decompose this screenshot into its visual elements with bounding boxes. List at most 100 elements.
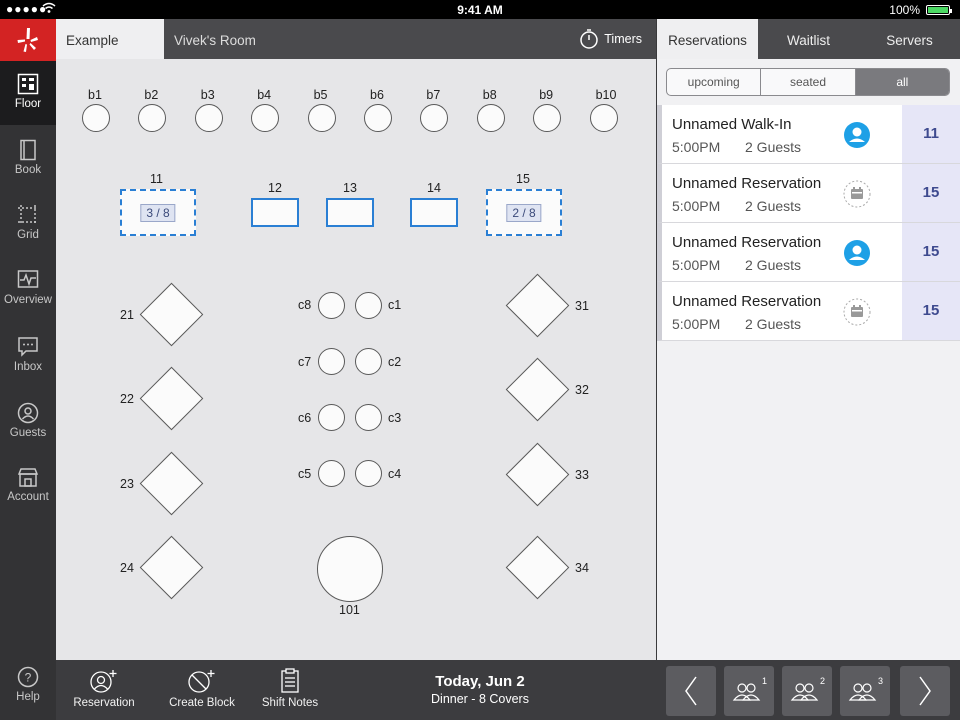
reservation-row[interactable]: Unnamed Reservation 5:00PM 2 Guests 15 — [657, 164, 960, 223]
table-b8[interactable] — [476, 104, 505, 132]
tab-servers[interactable]: Servers — [859, 19, 960, 59]
table-b4[interactable] — [251, 104, 280, 132]
tab-viveks-room[interactable]: Vivek's Room — [164, 19, 266, 59]
nav-floor[interactable]: Floor — [0, 61, 56, 125]
date-shift-info[interactable]: Today, Jun 2 Dinner - 8 Covers — [396, 673, 564, 706]
table-label: 13 — [343, 181, 357, 195]
seat-label: c5 — [298, 467, 312, 481]
overview-icon — [17, 270, 39, 288]
reservation-guests: 2 Guests — [745, 257, 802, 273]
party-size-number: 2 — [820, 676, 825, 686]
yelp-logo[interactable] — [0, 19, 56, 61]
tab-reservations[interactable]: Reservations — [657, 19, 758, 59]
reservation-row[interactable]: Unnamed Reservation 5:00PM 2 Guests 15 — [657, 282, 960, 341]
table-14[interactable] — [410, 198, 458, 227]
table-label: 12 — [268, 181, 282, 195]
nav-account-label: Account — [7, 491, 49, 503]
seat-c5[interactable] — [318, 460, 345, 487]
table-13[interactable] — [326, 198, 374, 227]
reservation-time: 5:00PM — [672, 257, 721, 273]
filter-seated[interactable]: seated — [761, 69, 856, 95]
table-23[interactable] — [139, 451, 204, 516]
reservation-name: Unnamed Walk-In — [672, 116, 792, 133]
party-size-2-button[interactable]: 2 — [782, 666, 832, 716]
reservation-name: Unnamed Reservation — [672, 175, 822, 192]
table-label: b10 — [595, 88, 617, 102]
floor-icon — [17, 73, 39, 95]
create-block-button[interactable]: Create Block — [164, 660, 240, 720]
nav-account[interactable]: Account — [0, 454, 56, 518]
party-size-3-button[interactable]: 3 — [840, 666, 890, 716]
table-b9[interactable] — [533, 104, 562, 132]
prev-button[interactable] — [666, 666, 716, 716]
timers-button[interactable]: Timers — [579, 28, 642, 50]
filter-all[interactable]: all — [855, 69, 949, 95]
next-button[interactable] — [900, 666, 950, 716]
reservation-row[interactable]: Unnamed Reservation 5:00PM 2 Guests 15 — [657, 223, 960, 282]
table-label: 14 — [427, 181, 441, 195]
nav-grid-label: Grid — [17, 229, 39, 241]
tab-example-room[interactable]: Example Room — [56, 19, 164, 92]
nav-grid[interactable]: Grid — [0, 192, 56, 256]
date-label: Today, Jun 2 — [435, 673, 525, 690]
reservation-row[interactable]: Unnamed Walk-In 5:00PM 2 Guests 11 — [657, 105, 960, 164]
nav-inbox[interactable]: Inbox — [0, 324, 56, 388]
table-34[interactable] — [505, 535, 570, 600]
tab-waitlist[interactable]: Waitlist — [758, 19, 859, 59]
table-b6[interactable] — [364, 104, 392, 132]
table-label: 24 — [120, 561, 134, 575]
table-32[interactable] — [505, 357, 570, 422]
bottom-toolbar: Reservation Create Block Shift Notes Tod… — [56, 660, 960, 720]
room-tabs: Example Room Vivek's Room Timers — [56, 19, 656, 92]
table-22[interactable] — [139, 366, 204, 431]
shift-notes-label: Shift Notes — [261, 697, 319, 709]
table-33[interactable] — [505, 442, 570, 507]
nav-overview[interactable]: Overview — [0, 257, 56, 321]
table-11[interactable]: 3 / 8 — [120, 189, 196, 236]
table-label: 34 — [575, 561, 589, 575]
table-101[interactable] — [317, 536, 383, 602]
create-block-label: Create Block — [169, 697, 235, 709]
reservation-time: 5:00PM — [672, 316, 721, 332]
table-b5[interactable] — [307, 104, 336, 132]
filter-upcoming[interactable]: upcoming — [667, 69, 762, 95]
shift-notes-button[interactable]: Shift Notes — [254, 660, 326, 720]
seat-label: c2 — [388, 355, 402, 369]
reservation-table: 15 — [902, 164, 960, 222]
reservations-panel: Reservations Waitlist Servers upcoming s… — [657, 19, 960, 660]
table-12[interactable] — [251, 198, 299, 227]
table-b7[interactable] — [420, 104, 449, 132]
timers-label: Timers — [604, 32, 642, 46]
table-24[interactable] — [139, 535, 204, 600]
nav-floor-label: Floor — [14, 98, 42, 110]
table-15[interactable]: 2 / 8 — [486, 189, 562, 236]
table-21[interactable] — [139, 282, 204, 347]
account-icon — [17, 468, 39, 487]
seat-c8[interactable] — [318, 292, 345, 319]
guests-icon — [17, 402, 39, 424]
nav-guests-label: Guests — [9, 427, 47, 439]
seat-c2[interactable] — [355, 348, 382, 375]
nav-help[interactable]: ? Help — [0, 656, 56, 720]
reservation-table: 15 — [902, 282, 960, 340]
nav-guests[interactable]: Guests — [0, 390, 56, 454]
table-b10[interactable] — [589, 104, 618, 132]
svg-text:?: ? — [25, 671, 32, 685]
new-reservation-button[interactable]: Reservation — [66, 660, 142, 720]
table-b2[interactable] — [138, 104, 167, 132]
reservation-name: Unnamed Reservation — [672, 293, 822, 310]
nav-book[interactable]: Book — [0, 127, 56, 191]
stopwatch-icon — [580, 29, 599, 49]
table-b3[interactable] — [194, 104, 223, 132]
chevron-left-icon — [685, 676, 697, 706]
party-icon: 2 — [790, 676, 825, 701]
seat-c1[interactable] — [355, 292, 382, 319]
table-label: b4 — [257, 88, 272, 102]
seat-c3[interactable] — [355, 404, 382, 431]
seat-c6[interactable] — [318, 404, 345, 431]
table-b1[interactable] — [82, 104, 110, 132]
seat-c4[interactable] — [355, 460, 382, 487]
seat-c7[interactable] — [318, 348, 345, 375]
table-31[interactable] — [505, 273, 570, 338]
party-size-1-button[interactable]: 1 — [724, 666, 774, 716]
